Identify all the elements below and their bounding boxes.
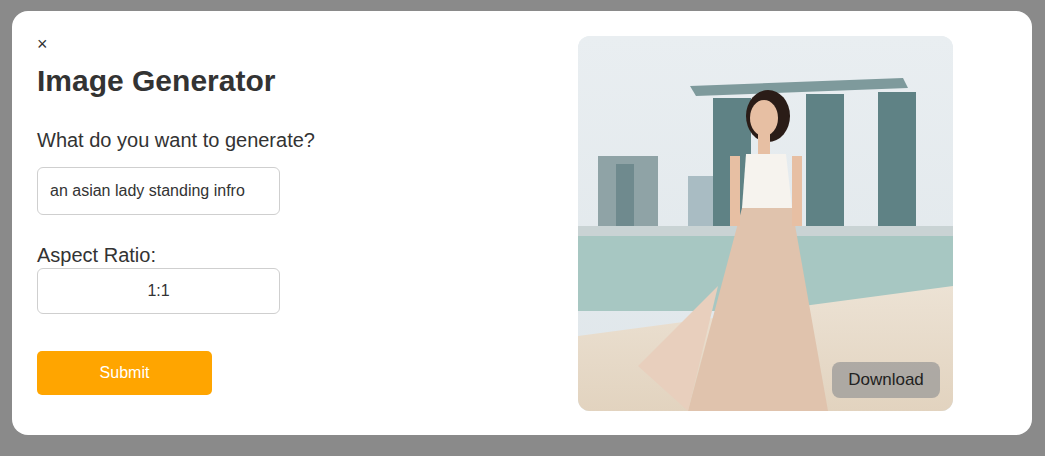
aspect-ratio-label: Aspect Ratio: (37, 243, 156, 267)
download-button[interactable]: Download (832, 362, 940, 398)
generated-image: Download (578, 36, 953, 411)
form-panel: × Image Generator What do you want to ge… (37, 36, 578, 410)
photo-icon (578, 36, 953, 411)
submit-button[interactable]: Submit (37, 351, 212, 395)
prompt-label: What do you want to generate? (37, 128, 315, 152)
close-button[interactable]: × (37, 36, 48, 52)
backdrop: × Image Generator What do you want to ge… (0, 0, 1045, 456)
dialog-title: Image Generator (37, 63, 275, 99)
aspect-ratio-select[interactable] (37, 268, 280, 314)
prompt-input[interactable] (37, 167, 280, 215)
image-generator-dialog: × Image Generator What do you want to ge… (12, 11, 1032, 435)
